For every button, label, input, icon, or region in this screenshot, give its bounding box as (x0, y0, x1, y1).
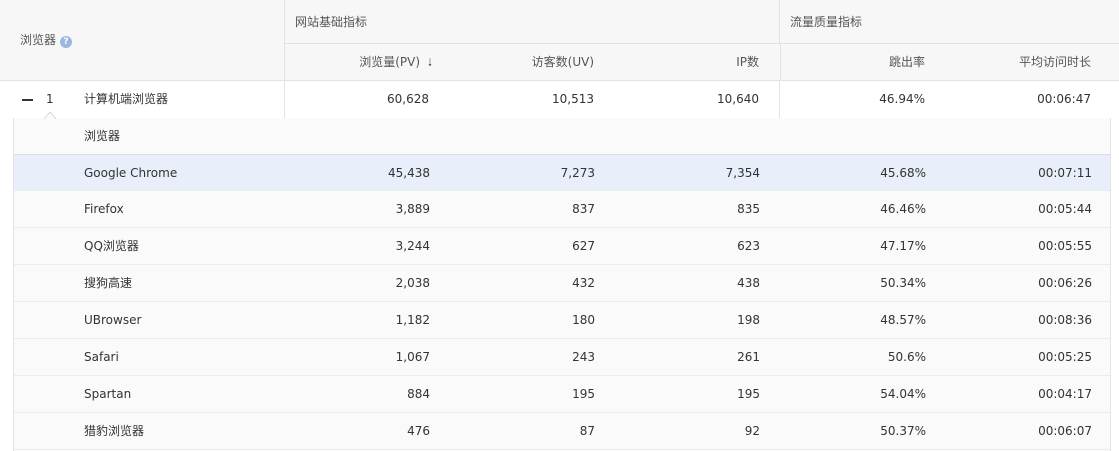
row-pv: 45,438 (388, 166, 430, 180)
row-bounce-rate: 54.04% (880, 387, 926, 401)
row-name: 搜狗高速 (84, 276, 133, 290)
row-name: Safari (84, 350, 119, 364)
row-uv: 627 (572, 239, 595, 253)
table-row[interactable]: Safari 1,067 243 261 50.6% 00:05:25 (14, 339, 1110, 376)
row-pv: 476 (407, 424, 430, 438)
row-uv: 180 (572, 313, 595, 327)
group-header-basic-metrics: 网站基础指标 (285, 0, 780, 44)
browser-header-label: 浏览器 (20, 33, 57, 47)
row-avg-duration: 00:06:47 (1037, 92, 1091, 106)
row-avg-duration: 00:08:36 (1038, 313, 1092, 327)
row-uv: 243 (572, 350, 595, 364)
column-header-avg-duration[interactable]: 平均访问时长 (930, 44, 1091, 81)
group-header-quality-metrics: 流量质量指标 (780, 0, 1119, 44)
row-pv: 1,067 (395, 350, 430, 364)
browser-column-header: 浏览器? (0, 0, 285, 81)
row-ip: 10,640 (717, 92, 759, 106)
column-divider (284, 81, 285, 118)
help-icon[interactable]: ? (60, 36, 73, 48)
column-divider (779, 81, 780, 118)
table-header: 浏览器? 网站基础指标 流量质量指标 浏览量(PV) 🠓 访客数(UV) IP数 … (0, 0, 1119, 81)
row-ip: 195 (737, 387, 760, 401)
column-header-pv[interactable]: 浏览量(PV) 🠓 (285, 44, 432, 81)
row-avg-duration: 00:07:11 (1038, 166, 1092, 180)
column-header-uv[interactable]: 访客数(UV) (432, 44, 594, 81)
row-name: QQ浏览器 (84, 239, 139, 253)
row-ip: 261 (737, 350, 760, 364)
table-row[interactable]: Spartan 884 195 195 54.04% 00:04:17 (14, 376, 1110, 413)
row-name: 猎豹浏览器 (84, 424, 145, 438)
row-ip: 623 (737, 239, 760, 253)
table-row[interactable]: 猎豹浏览器 476 87 92 50.37% 00:06:07 (14, 413, 1110, 450)
row-bounce-rate: 50.34% (880, 276, 926, 290)
table-row[interactable]: Firefox 3,889 837 835 46.46% 00:05:44 (14, 191, 1110, 228)
column-header-bounce-rate[interactable]: 跳出率 (780, 44, 925, 81)
row-name: Google Chrome (84, 166, 178, 180)
row-bounce-rate: 47.17% (880, 239, 926, 253)
row-ip: 198 (737, 313, 760, 327)
row-avg-duration: 00:06:07 (1038, 424, 1092, 438)
row-bounce-rate: 45.68% (880, 166, 926, 180)
row-bounce-rate: 48.57% (880, 313, 926, 327)
row-ip: 92 (744, 424, 760, 438)
sub-table-header-label: 浏览器 (84, 129, 121, 143)
table-row[interactable]: Google Chrome 45,438 7,273 7,354 45.68% 00:07… (14, 154, 1110, 191)
row-bounce-rate: 50.37% (880, 424, 926, 438)
row-avg-duration: 00:06:26 (1038, 276, 1092, 290)
row-pv: 884 (407, 387, 430, 401)
row-ip: 835 (737, 202, 760, 216)
row-pv: 60,628 (387, 92, 429, 106)
row-uv: 837 (572, 202, 595, 216)
sub-table: 浏览器 Google Chrome 45,438 7,273 7,354 45.68% 0… (13, 118, 1111, 451)
row-avg-duration: 00:04:17 (1038, 387, 1092, 401)
row-bounce-rate: 46.46% (880, 202, 926, 216)
row-bounce-rate: 50.6% (887, 350, 926, 364)
row-avg-duration: 00:05:44 (1038, 202, 1092, 216)
row-name: Firefox (84, 202, 124, 216)
row-ip: 7,354 (725, 166, 760, 180)
row-avg-duration: 00:05:55 (1038, 239, 1092, 253)
row-name: Spartan (84, 387, 132, 401)
row-uv: 7,273 (560, 166, 595, 180)
row-pv: 2,038 (395, 276, 430, 290)
row-uv: 10,513 (552, 92, 594, 106)
row-ip: 438 (737, 276, 760, 290)
column-header-pv-label: 浏览量(PV) (359, 55, 420, 69)
column-header-ip[interactable]: IP数 (600, 44, 759, 81)
row-uv: 195 (572, 387, 595, 401)
row-uv: 87 (579, 424, 595, 438)
table-row[interactable]: UBrowser 1,182 180 198 48.57% 00:08:36 (14, 302, 1110, 339)
row-pv: 3,889 (395, 202, 430, 216)
row-bounce-rate: 46.94% (879, 92, 925, 106)
row-pv: 3,244 (395, 239, 430, 253)
row-name: UBrowser (84, 313, 142, 327)
row-pv: 1,182 (395, 313, 430, 327)
row-uv: 432 (572, 276, 595, 290)
table-row[interactable]: QQ浏览器 3,244 627 623 47.17% 00:05:55 (14, 228, 1110, 265)
collapse-icon[interactable] (22, 94, 33, 105)
row-avg-duration: 00:05:25 (1038, 350, 1092, 364)
table-row-parent[interactable]: 1 计算机端浏览器 60,628 10,513 10,640 46.94% 00… (0, 81, 1119, 118)
table-row[interactable]: 搜狗高速 2,038 432 438 50.34% 00:06:26 (14, 265, 1110, 302)
expand-caret-icon (44, 111, 56, 119)
sub-table-header: 浏览器 (14, 118, 1110, 155)
row-name: 计算机端浏览器 (84, 92, 169, 106)
